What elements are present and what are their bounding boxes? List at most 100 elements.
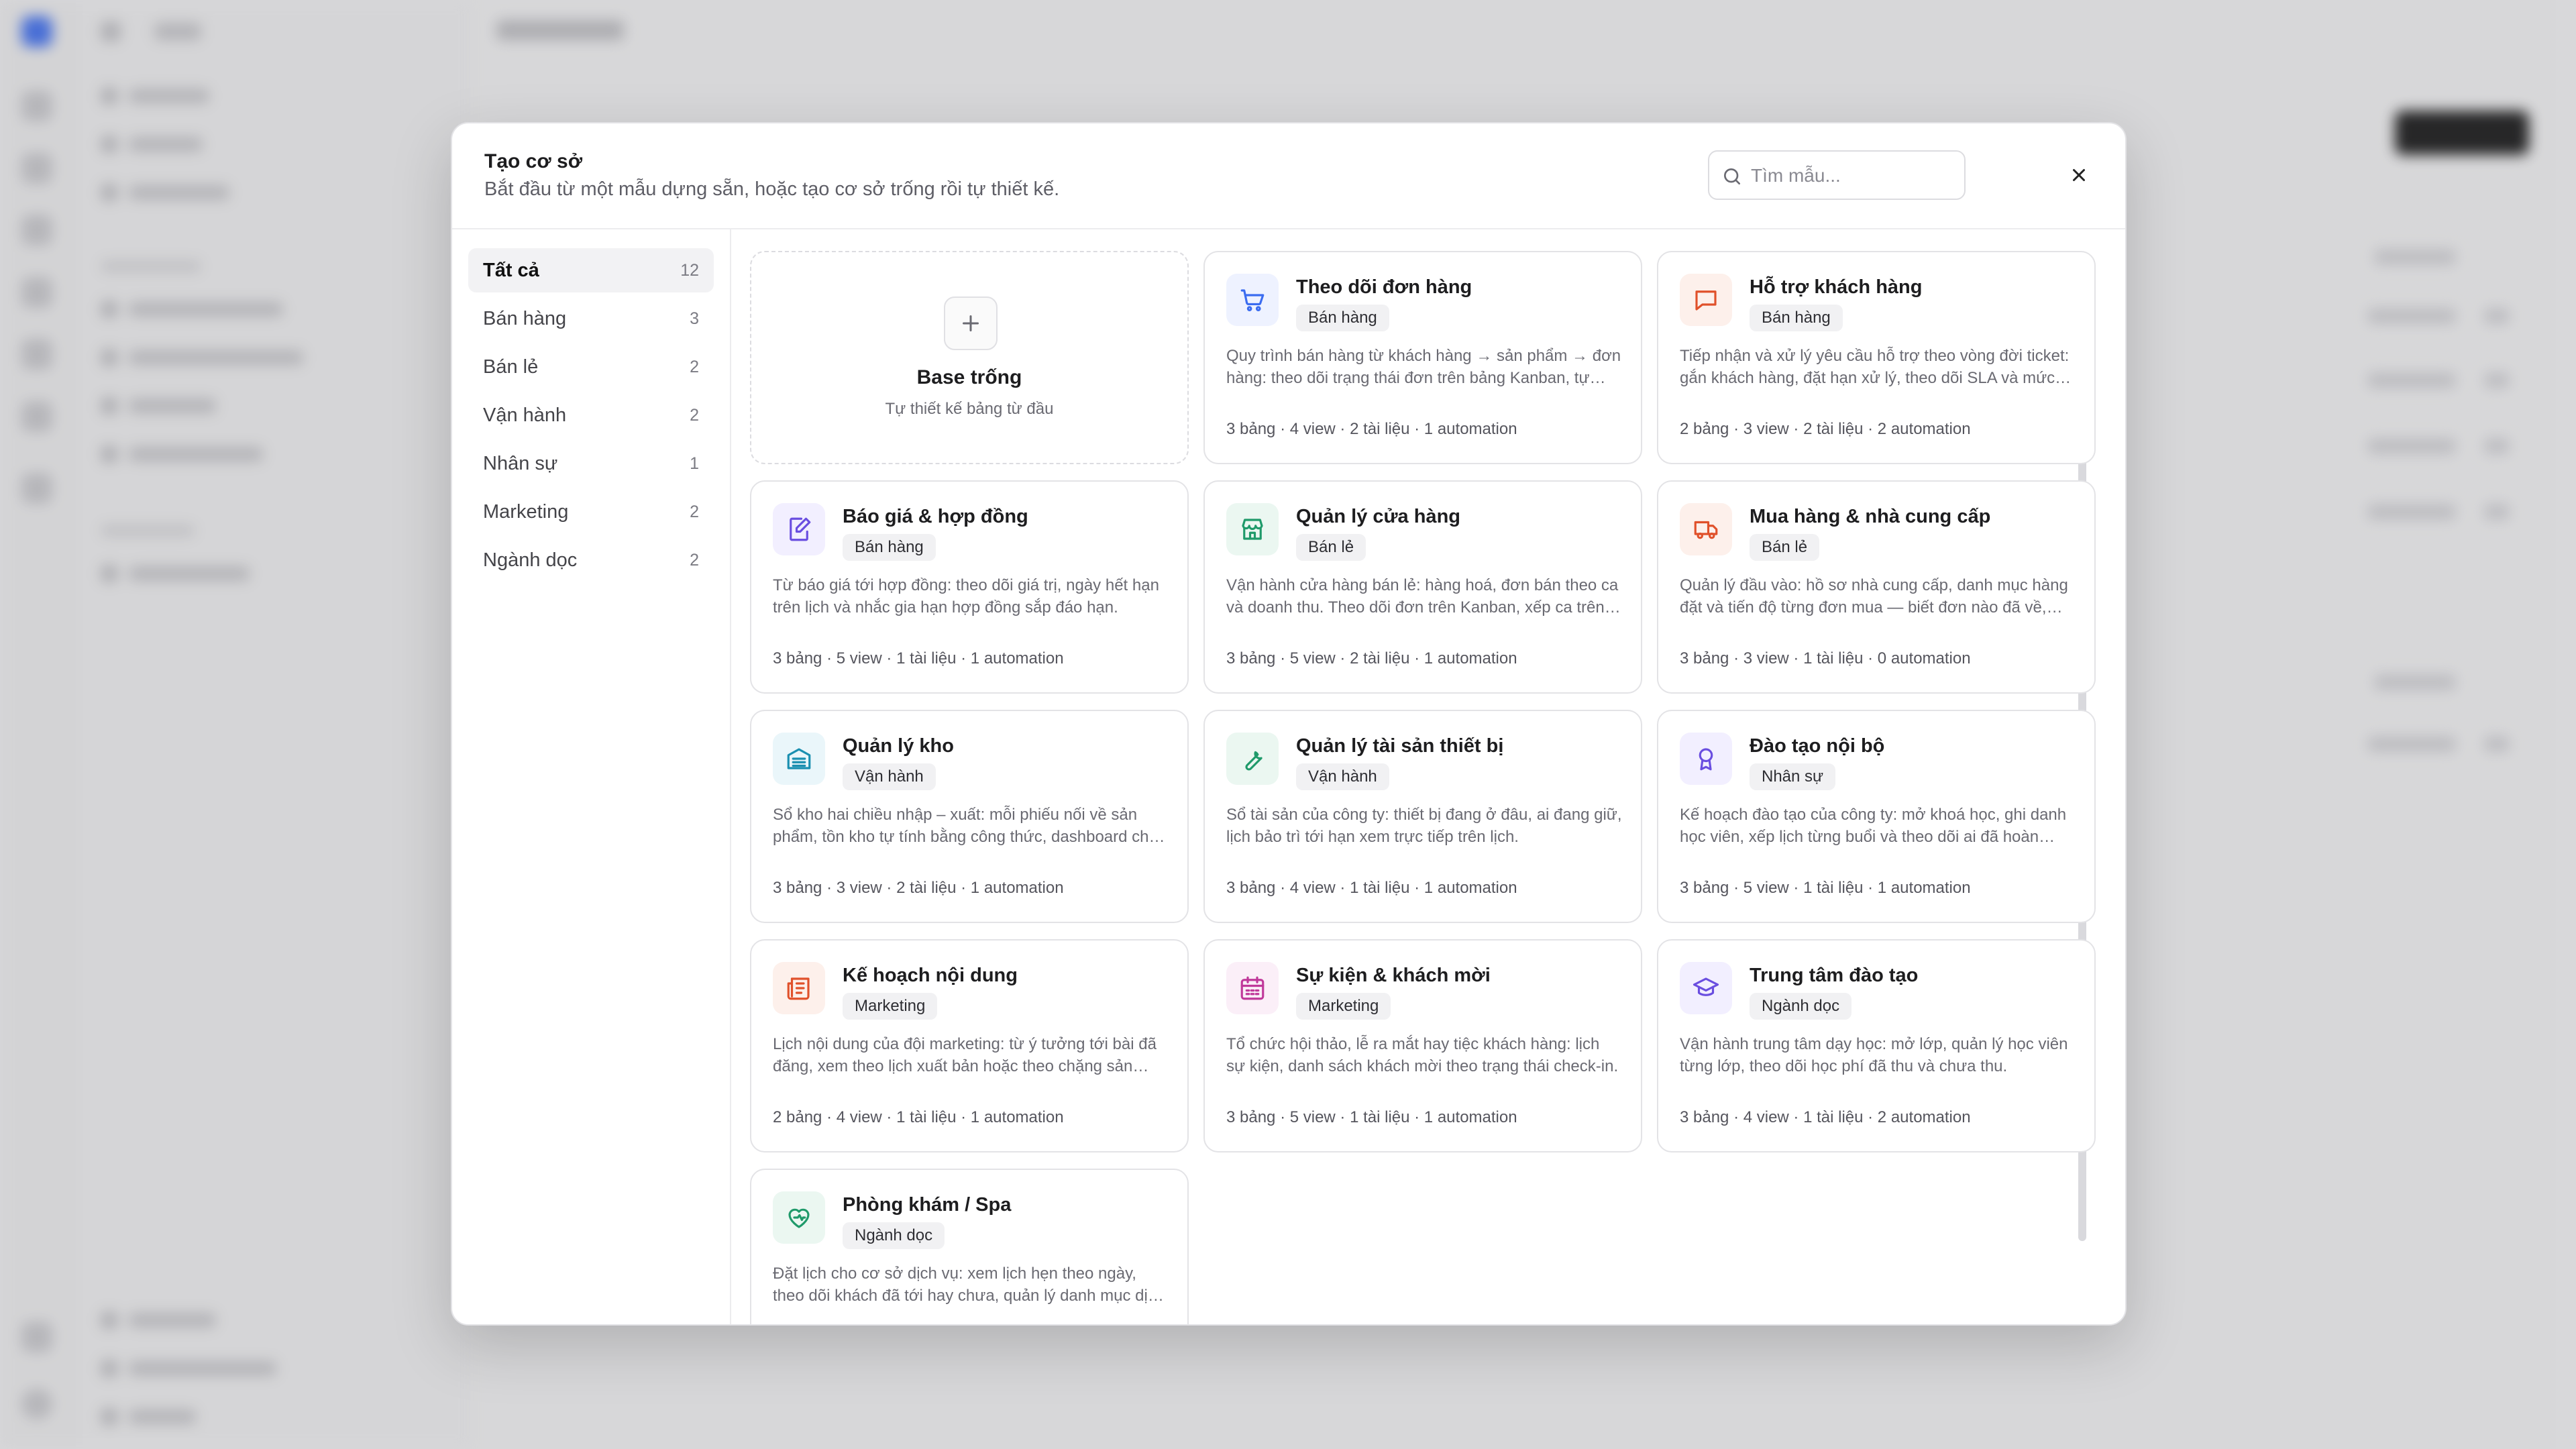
award-icon xyxy=(1680,733,1732,785)
category-sales[interactable]: Bán hàng 3 xyxy=(468,297,714,341)
template-card[interactable]: Phòng khám / Spa Ngành dọc Đặt lịch cho cơ… xyxy=(750,1169,1189,1324)
template-category-badge: Vận hành xyxy=(843,763,936,790)
modal-subtitle: Bắt đầu từ một mẫu dựng sẵn, hoặc tạo cơ… xyxy=(484,178,1060,200)
template-title: Quản lý kho xyxy=(843,735,954,757)
template-description: Vận hành trung tâm dạy học: mở lớp, quản… xyxy=(1680,1035,2068,1075)
template-card[interactable]: Kế hoạch nội dung Marketing Lịch nội dung … xyxy=(750,939,1189,1152)
edit-document-icon xyxy=(773,503,825,555)
category-label: Bán lẻ xyxy=(483,356,539,378)
category-label: Vận hành xyxy=(483,404,567,426)
modal-title: Tạo cơ sở xyxy=(484,150,583,172)
template-description: Lịch nội dung của đội marketing: từ ý tư… xyxy=(773,1035,1157,1075)
template-stats: 2 bảng · 3 view · 2 tài liệu · 2 automat… xyxy=(1680,420,1971,438)
search-icon xyxy=(1724,168,1740,184)
category-hr[interactable]: Nhân sự 1 xyxy=(468,441,714,486)
template-description: Từ báo giá tới hợp đồng: theo dõi giá tr… xyxy=(773,576,1159,616)
template-card[interactable]: Theo dõi đơn hàng Bán hàng Quy trình bán h… xyxy=(1203,251,1642,464)
template-description: Sổ tài sản của công ty: thiết bị đang ở … xyxy=(1226,806,1622,846)
store-icon xyxy=(1226,503,1279,555)
close-icon xyxy=(2073,169,2085,181)
template-card[interactable]: Đào tạo nội bộ Nhân sự Kế hoạch đào tạo củ… xyxy=(1657,710,2096,923)
category-count: 1 xyxy=(690,453,699,473)
template-description: Quản lý đầu vào: hồ sơ nhà cung cấp, dan… xyxy=(1680,576,2068,616)
modal-header: Tạo cơ sở Bắt đầu từ một mẫu dựng sẵn, h… xyxy=(452,123,2125,229)
template-description: Tổ chức hội thảo, lễ ra mắt hay tiệc khá… xyxy=(1226,1035,1619,1075)
template-stats: 3 bảng · 3 view · 1 tài liệu · 0 automat… xyxy=(1680,649,1971,667)
template-description: Sổ kho hai chiều nhập – xuất: mỗi phiếu … xyxy=(773,806,1158,846)
heart-hand-icon xyxy=(773,1191,825,1244)
graduation-cap-icon xyxy=(1680,962,1732,1014)
template-card[interactable]: Báo giá & hợp đồng Bán hàng Từ báo giá tới… xyxy=(750,480,1189,694)
category-list: Tất cả 12 Bán hàng 3 Bán lẻ 2 Vận hành 2 Nhâ… xyxy=(452,229,731,1324)
chat-icon xyxy=(1680,274,1732,326)
category-label: Nhân sự xyxy=(483,452,558,474)
template-stats: 3 bảng · 4 view · 1 tài liệu · 1 automat… xyxy=(1226,879,1517,897)
template-card[interactable]: Trung tâm đào tạo Ngành dọc Vận hành trung… xyxy=(1657,939,2096,1152)
blank-base-subtitle: Tự thiết kế bảng từ đầu xyxy=(885,400,1054,418)
template-category-badge: Bán hàng xyxy=(1296,305,1389,331)
template-category-badge: Ngành dọc xyxy=(1750,993,1852,1020)
blank-base-card[interactable]: Base trống Tự thiết kế bảng từ đầu xyxy=(750,251,1189,464)
template-title: Đào tạo nội bộ xyxy=(1750,735,1885,757)
template-stats: 2 bảng · 4 view · 1 tài liệu · 1 automat… xyxy=(773,1108,1064,1126)
search-input[interactable] xyxy=(1751,160,1952,192)
calendar-icon xyxy=(1226,962,1279,1014)
template-category-badge: Bán lẻ xyxy=(1296,534,1366,561)
template-stats: 3 bảng · 5 view · 1 tài liệu · 1 automat… xyxy=(773,649,1064,667)
template-title: Quản lý tài sản thiết bị xyxy=(1296,735,1504,757)
category-count: 2 xyxy=(690,502,699,521)
template-description: Kế hoạch đào tạo của công ty: mở khoá họ… xyxy=(1680,806,2067,846)
template-stats: 3 bảng · 5 view · 1 tài liệu · 1 automat… xyxy=(1226,1108,1517,1126)
template-title: Hỗ trợ khách hàng xyxy=(1750,276,1923,298)
category-all[interactable]: Tất cả 12 xyxy=(468,248,714,292)
template-card[interactable]: Sự kiện & khách mời Marketing Tổ chức hội … xyxy=(1203,939,1642,1152)
wrench-icon xyxy=(1226,733,1279,785)
template-title: Phòng khám / Spa xyxy=(843,1194,1012,1216)
template-title: Báo giá & hợp đồng xyxy=(843,506,1028,527)
category-label: Tất cả xyxy=(483,259,539,281)
template-title: Mua hàng & nhà cung cấp xyxy=(1750,506,1991,527)
template-card[interactable]: Quản lý cửa hàng Bán lẻ Vận hành cửa hàng … xyxy=(1203,480,1642,694)
category-retail[interactable]: Bán lẻ 2 xyxy=(468,345,714,389)
category-vertical[interactable]: Ngành dọc 2 xyxy=(468,538,714,582)
warehouse-icon xyxy=(773,733,825,785)
template-card[interactable]: Mua hàng & nhà cung cấp Bán lẻ Quản lý đầu… xyxy=(1657,480,2096,694)
template-card[interactable]: Hỗ trợ khách hàng Bán hàng Tiếp nhận và xử… xyxy=(1657,251,2096,464)
category-count: 3 xyxy=(690,309,699,328)
blank-base-title: Base trống xyxy=(916,366,1022,388)
template-search[interactable] xyxy=(1708,150,1966,200)
category-count: 12 xyxy=(680,260,699,280)
category-label: Marketing xyxy=(483,500,569,523)
category-count: 2 xyxy=(690,357,699,376)
newspaper-icon xyxy=(773,962,825,1014)
template-stats: 3 bảng · 4 view · 1 tài liệu · 2 automat… xyxy=(1680,1108,1971,1126)
close-button[interactable] xyxy=(2059,156,2098,195)
template-category-badge: Marketing xyxy=(843,993,938,1020)
template-category-badge: Vận hành xyxy=(1296,763,1389,790)
template-category-badge: Bán hàng xyxy=(843,534,936,561)
template-stats: 3 bảng · 5 view · 1 tài liệu · 1 automat… xyxy=(1680,879,1971,897)
template-title: Theo dõi đơn hàng xyxy=(1296,276,1472,298)
template-category-badge: Marketing xyxy=(1296,993,1391,1020)
truck-icon xyxy=(1680,503,1732,555)
category-operations[interactable]: Vận hành 2 xyxy=(468,393,714,437)
template-description: Vận hành cửa hàng bán lẻ: hàng hoá, đơn … xyxy=(1226,576,1619,616)
create-base-modal: Tạo cơ sở Bắt đầu từ một mẫu dựng sẵn, h… xyxy=(451,122,2127,1326)
category-count: 2 xyxy=(690,550,699,570)
template-card[interactable]: Quản lý kho Vận hành Sổ kho hai chiều nhập… xyxy=(750,710,1189,923)
template-stats: 3 bảng · 4 view · 2 tài liệu · 1 automat… xyxy=(1226,420,1517,438)
template-description: Đặt lịch cho cơ sở dịch vụ: xem lịch hẹn… xyxy=(773,1265,1165,1305)
template-category-badge: Nhân sự xyxy=(1750,763,1836,790)
cart-icon xyxy=(1226,274,1279,326)
template-description: Tiếp nhận và xử lý yêu cầu hỗ trợ theo v… xyxy=(1680,347,2070,387)
template-description: Quy trình bán hàng từ khách hàng → sản p… xyxy=(1226,347,1621,387)
category-marketing[interactable]: Marketing 2 xyxy=(468,490,714,534)
template-category-badge: Ngành dọc xyxy=(843,1222,945,1249)
template-stats: 3 bảng · 5 view · 2 tài liệu · 1 automat… xyxy=(1226,649,1517,667)
plus-icon xyxy=(944,297,998,350)
template-title: Trung tâm đào tạo xyxy=(1750,965,1919,986)
template-stats: 3 bảng · 3 view · 2 tài liệu · 1 automat… xyxy=(773,879,1064,897)
template-category-badge: Bán lẻ xyxy=(1750,534,1820,561)
template-category-badge: Bán hàng xyxy=(1750,305,1843,331)
template-card[interactable]: Quản lý tài sản thiết bị Vận hành Sổ tài s… xyxy=(1203,710,1642,923)
